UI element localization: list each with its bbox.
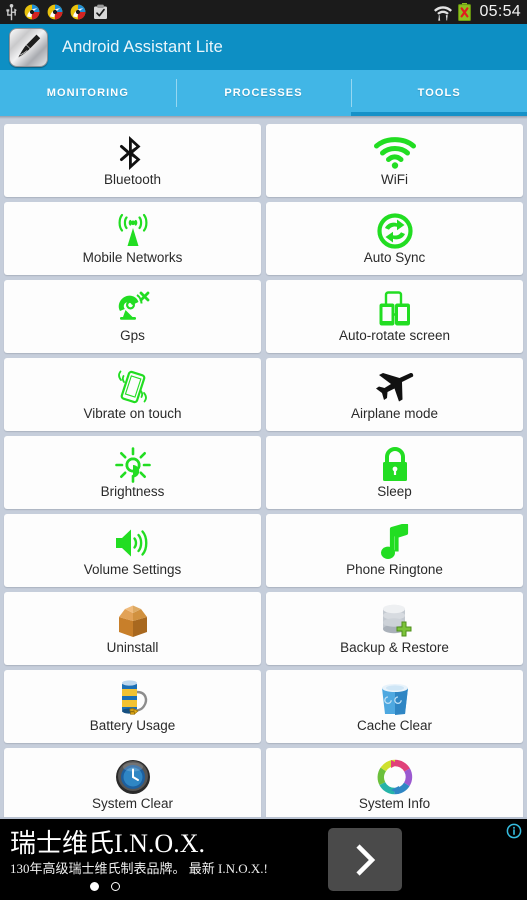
- wifi-icon: [434, 5, 453, 21]
- tool-label: System Info: [358, 796, 431, 812]
- clipboard-icon: [94, 4, 107, 19]
- tool-sleep[interactable]: Sleep: [266, 436, 523, 509]
- color-refresh-icon: [377, 758, 413, 796]
- tool-label: Gps: [120, 328, 145, 344]
- ad-carousel-dots[interactable]: [30, 881, 180, 891]
- tool-label: Sleep: [377, 484, 412, 500]
- clock-orb-icon: [115, 758, 151, 796]
- tool-uninstall[interactable]: Uninstall: [4, 592, 261, 665]
- tab-bar: MONITORING PROCESSES TOOLS: [0, 70, 527, 116]
- tool-label: Bluetooth: [103, 172, 162, 188]
- ad-info-icon[interactable]: [506, 823, 522, 844]
- tool-label: Phone Ringtone: [346, 562, 443, 578]
- gps-satellite-off-icon: [114, 290, 152, 328]
- auto-sync-icon: [376, 212, 413, 250]
- tools-row: Mobile Networks Auto Sync: [4, 202, 523, 275]
- tool-label: Mobile Networks: [82, 250, 183, 266]
- ad-headline: 瑞士维氏I.N.O.X.: [10, 828, 205, 858]
- tools-row: Gps Auto-rotate screen: [4, 280, 523, 353]
- status-bar-right-icons: 05:54: [434, 3, 521, 21]
- tab-tools[interactable]: TOOLS: [351, 70, 527, 116]
- tools-grid: Bluetooth WiFi Mobile Networks Auto Sync…: [0, 119, 527, 817]
- tool-vibrate-on-touch[interactable]: Vibrate on touch: [4, 358, 261, 431]
- usb-icon: [6, 3, 17, 20]
- tools-row: System Clear System Info: [4, 748, 523, 817]
- ad-dot-inactive[interactable]: [111, 881, 120, 891]
- music-note-icon: [379, 524, 411, 562]
- database-add-icon: [376, 602, 414, 640]
- tool-airplane-mode[interactable]: Airplane mode: [266, 358, 523, 431]
- ad-subtext: 130年高级瑞士维氏制表品牌。 最新 I.N.O.X.!: [10, 860, 268, 876]
- tools-row: Battery Usage Cache Clear: [4, 670, 523, 743]
- open-box-icon: [113, 602, 153, 640]
- recycle-bin-icon: [378, 680, 412, 718]
- tool-phone-ringtone[interactable]: Phone Ringtone: [266, 514, 523, 587]
- volume-icon: [113, 524, 153, 562]
- tool-brightness[interactable]: Brightness: [4, 436, 261, 509]
- status-bar-clock: 05:54: [479, 3, 521, 20]
- tool-label: Vibrate on touch: [83, 406, 182, 422]
- tool-system-info[interactable]: System Info: [266, 748, 523, 817]
- tab-monitoring[interactable]: MONITORING: [0, 70, 176, 116]
- tool-label: Volume Settings: [83, 562, 182, 578]
- bluetooth-icon: [116, 134, 150, 172]
- vibrate-icon: [113, 368, 153, 406]
- tool-label: Brightness: [100, 484, 165, 500]
- tools-row: Bluetooth WiFi: [4, 124, 523, 197]
- ad-banner[interactable]: 瑞士维氏I.N.O.X. 130年高级瑞士维氏制表品牌。 最新 I.N.O.X.…: [0, 817, 527, 900]
- brightness-sun-icon: [114, 446, 151, 484]
- status-bar-left-icons: [6, 3, 108, 21]
- wifi-icon: [373, 134, 416, 172]
- cell-tower-icon: [113, 212, 153, 250]
- tab-processes[interactable]: PROCESSES: [175, 70, 352, 116]
- battery-plug-icon: [113, 680, 153, 718]
- tool-bluetooth[interactable]: Bluetooth: [4, 124, 261, 197]
- ad-cta-button[interactable]: [328, 828, 402, 891]
- tool-label: Battery Usage: [89, 718, 176, 734]
- tool-label: Uninstall: [106, 640, 159, 656]
- tool-label: Airplane mode: [350, 406, 439, 422]
- tool-label: Auto-rotate screen: [338, 328, 451, 344]
- tools-row: Volume Settings Phone Ringtone: [4, 514, 523, 587]
- lock-icon: [380, 446, 410, 484]
- tab-monitoring-label: MONITORING: [46, 87, 129, 99]
- tool-label: Auto Sync: [363, 250, 426, 266]
- app-root: 05:54 Android Assistant Lite MONITORING …: [0, 0, 527, 900]
- battery-error-icon: [458, 3, 472, 21]
- tool-label: WiFi: [381, 172, 408, 188]
- broom-app-icon[interactable]: [9, 27, 48, 67]
- tool-label: Cache Clear: [356, 718, 433, 734]
- airplane-icon: [375, 368, 415, 406]
- tool-system-clear[interactable]: System Clear: [4, 748, 261, 817]
- tools-row: Uninstall Backup & Restore: [4, 592, 523, 665]
- tool-backup-restore[interactable]: Backup & Restore: [266, 592, 523, 665]
- ad-text-block: 瑞士维氏I.N.O.X. 130年高级瑞士维氏制表品牌。 最新 I.N.O.X.…: [0, 829, 300, 891]
- status-bar: 05:54: [0, 0, 527, 24]
- tool-auto-sync[interactable]: Auto Sync: [266, 202, 523, 275]
- ad-dot-active[interactable]: [90, 881, 99, 891]
- sync-icon: [70, 4, 86, 20]
- tool-battery-usage[interactable]: Battery Usage: [4, 670, 261, 743]
- broom-icon: [17, 34, 40, 59]
- auto-rotate-screen-icon: [376, 290, 414, 328]
- tool-mobile-networks[interactable]: Mobile Networks: [4, 202, 261, 275]
- sync-icon: [47, 4, 63, 20]
- tools-row: Vibrate on touch Airplane mode: [4, 358, 523, 431]
- page-title: Android Assistant Lite: [62, 37, 223, 56]
- tool-gps[interactable]: Gps: [4, 280, 261, 353]
- tool-label: System Clear: [91, 796, 174, 812]
- tool-cache-clear[interactable]: Cache Clear: [266, 670, 523, 743]
- tool-volume-settings[interactable]: Volume Settings: [4, 514, 261, 587]
- sync-icon: [24, 4, 40, 20]
- tab-processes-label: PROCESSES: [224, 87, 303, 99]
- tool-label: Backup & Restore: [340, 640, 449, 656]
- tab-tools-label: TOOLS: [417, 87, 461, 99]
- action-bar: Android Assistant Lite: [0, 24, 527, 70]
- tools-row: Brightness Sleep: [4, 436, 523, 509]
- chevron-right-icon: [356, 843, 376, 876]
- tool-auto-rotate-screen[interactable]: Auto-rotate screen: [266, 280, 523, 353]
- tool-wifi[interactable]: WiFi: [266, 124, 523, 197]
